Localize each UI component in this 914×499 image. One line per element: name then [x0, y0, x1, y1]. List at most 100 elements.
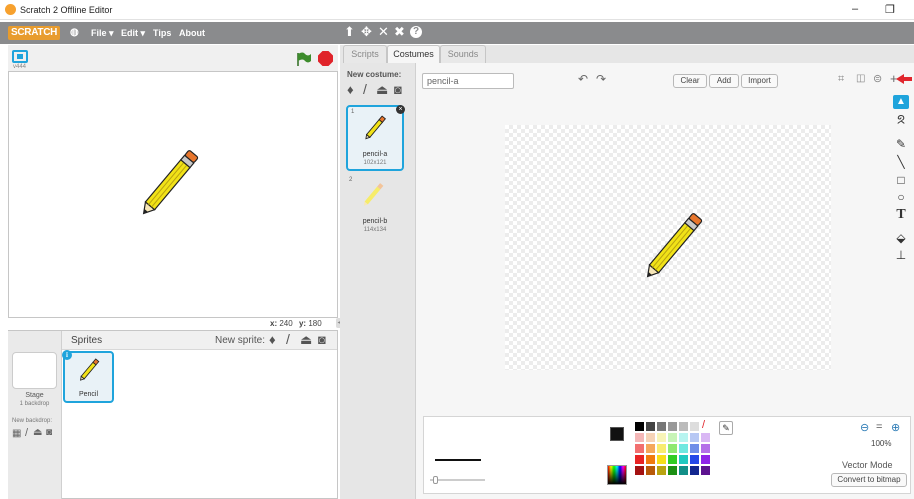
palette-swatch[interactable]	[690, 422, 699, 431]
palette-swatch[interactable]	[701, 455, 710, 464]
tab-costumes[interactable]: Costumes	[387, 45, 440, 64]
costume-tile-2[interactable]: 2 pencil-b 114x134	[346, 175, 404, 241]
backdrop-paint-icon[interactable]: /	[25, 427, 28, 439]
costume-tile-1[interactable]: 1 × pencil-a 102x121	[346, 105, 405, 171]
palette-swatch[interactable]	[668, 455, 677, 464]
help-icon[interactable]: ?	[410, 26, 422, 38]
palette-swatch[interactable]	[679, 433, 688, 442]
stage-canvas[interactable]	[8, 71, 338, 318]
palette-swatch[interactable]	[668, 422, 677, 431]
palette-swatch[interactable]	[646, 422, 655, 431]
palette-swatch[interactable]	[679, 422, 688, 431]
palette-swatch[interactable]	[635, 455, 644, 464]
upload-costume-icon[interactable]: ⏏	[376, 82, 388, 98]
costume-library-icon[interactable]: ♦	[347, 82, 354, 97]
paint-costume-icon[interactable]: /	[363, 81, 367, 97]
palette-swatch[interactable]	[657, 444, 666, 453]
shrink-icon[interactable]: ✖	[394, 25, 405, 39]
grow-icon[interactable]: ✕	[378, 25, 389, 39]
tab-sounds[interactable]: Sounds	[440, 45, 486, 63]
palette-swatch[interactable]	[635, 422, 644, 431]
backdrop-library-icon[interactable]: ▦	[12, 428, 21, 439]
palette-swatch[interactable]	[657, 422, 666, 431]
palette-swatch[interactable]	[690, 466, 699, 475]
duplicate-stamp-icon[interactable]: ⬆	[344, 25, 355, 39]
palette-swatch[interactable]	[679, 455, 688, 464]
color-palette[interactable]	[635, 422, 712, 484]
undo-icon[interactable]: ↶	[578, 72, 588, 86]
scratch-logo[interactable]: SCRATCH	[8, 26, 61, 40]
palette-swatch[interactable]	[646, 444, 655, 453]
convert-to-bitmap-button[interactable]: Convert to bitmap	[831, 473, 907, 487]
sprite-tile-pencil[interactable]: i Pencil	[62, 350, 114, 403]
sprite-library-icon[interactable]: ♦	[269, 332, 276, 347]
delete-scissors-icon[interactable]: ✥	[361, 25, 372, 39]
stage-thumbnail[interactable]	[12, 352, 57, 389]
palette-swatch[interactable]	[690, 433, 699, 442]
palette-swatch[interactable]	[646, 433, 655, 442]
crop-icon[interactable]: ⌗	[838, 73, 844, 86]
tab-scripts[interactable]: Scripts	[343, 45, 387, 63]
palette-swatch[interactable]	[635, 433, 644, 442]
palette-swatch[interactable]	[657, 455, 666, 464]
fill-bucket-tool-icon[interactable]: ⬙	[893, 231, 909, 245]
zoom-out-icon[interactable]: ⊖	[860, 421, 869, 434]
restore-button[interactable]: ❐	[885, 3, 895, 16]
palette-swatch[interactable]	[701, 433, 710, 442]
clear-button[interactable]: Clear	[673, 74, 707, 88]
palette-swatch[interactable]	[635, 444, 644, 453]
camera-sprite-icon[interactable]: ◙	[318, 332, 326, 347]
add-button[interactable]: Add	[709, 74, 739, 88]
reshape-tool-icon[interactable]: ᘝ	[893, 113, 909, 127]
language-globe-icon[interactable]: ◍	[70, 27, 79, 38]
info-icon[interactable]: i	[62, 350, 72, 360]
stroke-width-slider[interactable]	[430, 476, 485, 484]
stamp-tool-icon[interactable]: ⊥	[893, 248, 909, 262]
palette-swatch[interactable]	[668, 466, 677, 475]
palette-swatch[interactable]	[668, 444, 677, 453]
paint-new-sprite-icon[interactable]: /	[286, 331, 290, 347]
palette-swatch[interactable]	[701, 444, 710, 453]
flip-vertical-icon[interactable]: ⊜	[873, 72, 882, 85]
rectangle-tool-icon[interactable]: □	[893, 173, 909, 187]
palette-swatch[interactable]	[701, 466, 710, 475]
primary-color-swatch[interactable]	[610, 427, 624, 441]
menu-about[interactable]: About	[179, 28, 205, 38]
palette-swatch[interactable]	[668, 433, 677, 442]
stop-sign-icon[interactable]	[318, 51, 333, 66]
pencil-sprite-on-stage[interactable]	[127, 146, 217, 232]
minimize-button[interactable]: –	[852, 3, 858, 15]
import-button[interactable]: Import	[741, 74, 778, 88]
camera-costume-icon[interactable]: ◙	[394, 82, 402, 97]
eyedropper-icon[interactable]: ✎	[719, 421, 733, 435]
upload-sprite-icon[interactable]: ⏏	[300, 332, 312, 348]
palette-swatch[interactable]	[646, 455, 655, 464]
text-tool-icon[interactable]: T	[893, 208, 909, 222]
no-color-icon[interactable]: /	[702, 419, 705, 431]
palette-swatch[interactable]	[690, 444, 699, 453]
palette-swatch[interactable]	[657, 433, 666, 442]
menu-file[interactable]: File ▾	[91, 28, 114, 39]
pencil-tool-icon[interactable]: ✎	[893, 137, 909, 151]
backdrop-camera-icon[interactable]: ◙	[46, 427, 52, 438]
drawing-canvas[interactable]	[505, 125, 831, 370]
flip-horizontal-icon[interactable]: ◫	[856, 73, 865, 84]
palette-swatch[interactable]	[690, 455, 699, 464]
line-tool-icon[interactable]: ╲	[893, 155, 909, 169]
green-flag-icon[interactable]	[296, 51, 312, 67]
redo-icon[interactable]: ↷	[596, 72, 606, 86]
backdrop-upload-icon[interactable]: ⏏	[33, 427, 42, 438]
palette-swatch[interactable]	[635, 466, 644, 475]
costume-name-input[interactable]	[422, 73, 514, 89]
menu-tips[interactable]: Tips	[153, 28, 171, 38]
pencil-costume-drawing[interactable]	[631, 209, 721, 295]
palette-swatch[interactable]	[679, 466, 688, 475]
palette-swatch[interactable]	[679, 444, 688, 453]
ellipse-tool-icon[interactable]: ○	[893, 190, 909, 204]
menu-edit[interactable]: Edit ▾	[121, 28, 145, 39]
fullscreen-icon[interactable]	[12, 50, 28, 63]
color-picker-gradient[interactable]	[607, 465, 627, 485]
zoom-in-icon[interactable]: ⊕	[891, 421, 900, 434]
select-tool-icon[interactable]: ▲	[893, 95, 909, 109]
palette-swatch[interactable]	[646, 466, 655, 475]
